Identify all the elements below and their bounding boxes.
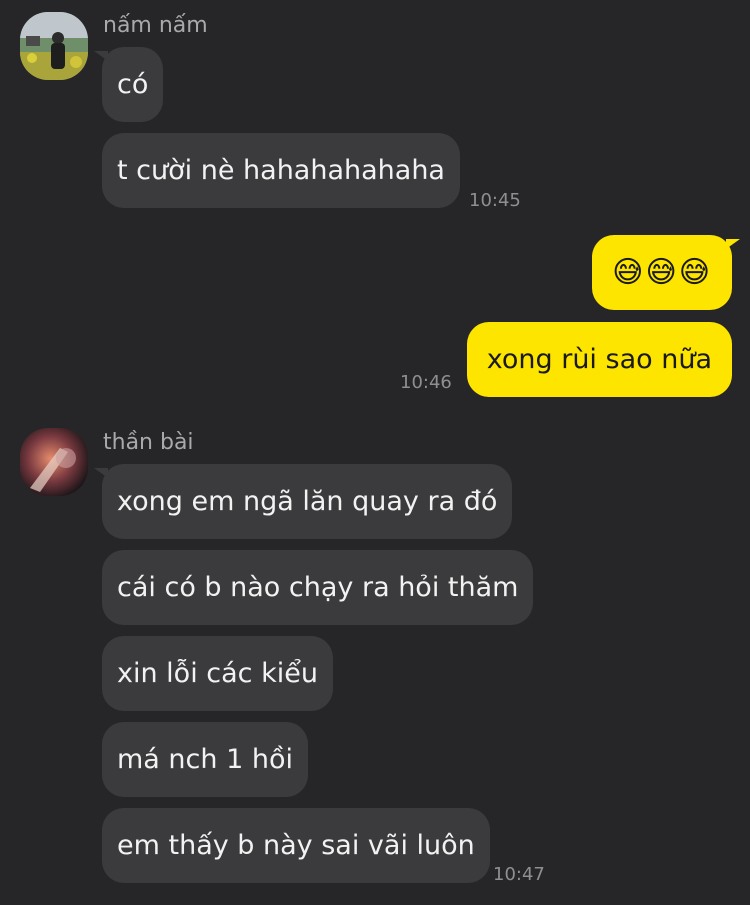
avatar-photo-icon <box>20 428 88 496</box>
incoming-message[interactable]: má nch 1 hồi <box>102 722 308 797</box>
incoming-message[interactable]: em thấy b này sai vãi luôn <box>102 808 490 883</box>
avatar-photo-icon <box>20 12 88 80</box>
message-timestamp: 10:46 <box>400 372 452 393</box>
sender-avatar-nam-nam[interactable] <box>20 12 88 80</box>
outgoing-message[interactable]: xong rùi sao nữa <box>466 322 732 397</box>
incoming-message[interactable]: có <box>93 47 164 122</box>
sender-avatar-than-bai[interactable] <box>20 428 88 496</box>
message-timestamp: 10:47 <box>493 864 545 885</box>
incoming-message[interactable]: cái có b nào chạy ra hỏi thăm <box>102 550 534 625</box>
outgoing-message[interactable]: 😅😅😅 <box>592 235 740 310</box>
incoming-message[interactable]: xin lỗi các kiểu <box>102 636 333 711</box>
sender-name: nấm nấm <box>103 13 208 38</box>
sender-name: thần bài <box>103 430 194 455</box>
message-timestamp: 10:45 <box>469 190 521 211</box>
incoming-message[interactable]: xong em ngã lăn quay ra đó <box>93 464 513 539</box>
incoming-message[interactable]: t cười nè hahahahahaha <box>102 133 460 208</box>
chat-thread[interactable]: nấm nấm có t cười nè hahahahahaha 10:45 … <box>0 0 750 905</box>
